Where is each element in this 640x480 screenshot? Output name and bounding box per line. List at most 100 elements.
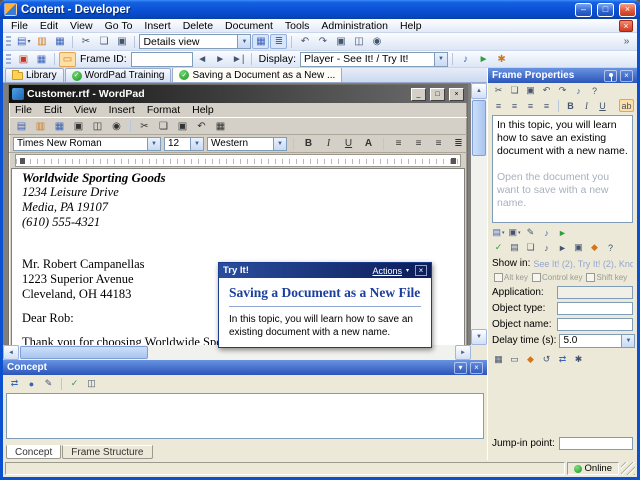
wordpad-paste-button[interactable]: ▣ <box>174 119 191 134</box>
effects-button[interactable]: ✱ <box>493 52 510 67</box>
control-key-checkbox[interactable] <box>532 273 542 282</box>
combo-arrow-icon[interactable]: ▼ <box>273 137 286 150</box>
tryit-popup-titlebar[interactable]: Try It! Actions ▾ × <box>219 263 431 278</box>
sound-button[interactable]: ♪ <box>571 84 586 97</box>
concept-editor-area[interactable] <box>6 393 484 439</box>
spell-check-button[interactable]: ✓ <box>491 241 506 254</box>
find-button[interactable]: ◉ <box>368 34 385 49</box>
wordpad-datetime-button[interactable]: ▦ <box>212 119 229 134</box>
script-combo[interactable]: Western ▼ <box>207 136 287 151</box>
frame-id-input[interactable] <box>130 51 193 67</box>
reset-button[interactable]: ↺ <box>539 353 554 366</box>
frame-properties-header[interactable]: Frame Properties × <box>488 68 637 83</box>
underline-button[interactable]: U <box>340 136 357 151</box>
font-size-combo[interactable]: 12 ▼ <box>164 136 204 151</box>
tryit-close-button[interactable]: × <box>415 265 427 276</box>
paste-button[interactable]: ▣ <box>113 34 130 49</box>
wordpad-save-button[interactable]: ▦ <box>51 119 68 134</box>
align-right-button[interactable]: ≡ <box>523 99 538 112</box>
effects-button[interactable]: ✱ <box>571 353 586 366</box>
wordpad-print-button[interactable]: ▣ <box>70 119 87 134</box>
display-mode-combo[interactable]: Player - See It! / Try It! ▼ <box>300 51 449 67</box>
alt-key-checkbox[interactable] <box>494 273 503 282</box>
web-content-button[interactable]: ● <box>24 377 39 390</box>
combo-arrow-icon[interactable]: ▼ <box>621 334 635 347</box>
preview-button[interactable]: ◫ <box>84 377 99 390</box>
close-button[interactable]: × <box>619 2 636 17</box>
preview-frame-button[interactable]: ► <box>555 241 570 254</box>
maximize-button[interactable]: □ <box>597 2 614 17</box>
font-color-button[interactable]: A <box>360 136 377 151</box>
redo-button[interactable]: ↷ <box>314 34 331 49</box>
font-name-combo[interactable]: Times New Roman ▼ <box>13 136 161 151</box>
print-frame-button[interactable]: ▣ <box>571 241 586 254</box>
align-left-button[interactable]: ≡ <box>390 136 407 151</box>
menu-document[interactable]: Document <box>219 20 279 32</box>
swap-button[interactable]: ⇄ <box>7 377 22 390</box>
delay-time-combo[interactable]: 5.0 ▼ <box>559 333 636 348</box>
toolbar-drag-handle[interactable] <box>6 36 11 47</box>
scroll-left-button[interactable]: ◄ <box>3 345 19 360</box>
menu-administration[interactable]: Administration <box>315 20 394 32</box>
tab-concept[interactable]: Concept <box>6 445 62 459</box>
object-name-field[interactable] <box>557 318 633 331</box>
wordpad-open-button[interactable]: ▥ <box>32 119 49 134</box>
audio-button[interactable]: ♪ <box>539 241 554 254</box>
save-button[interactable]: ▦ <box>51 34 68 49</box>
region-button[interactable]: ▭ <box>507 353 522 366</box>
toolbar-drag-handle[interactable] <box>6 53 11 65</box>
combo-arrow-icon[interactable]: ▼ <box>434 52 448 66</box>
insert-template-button[interactable]: ▤ ▾ <box>491 226 506 239</box>
wordpad-minimize-button[interactable]: _ <box>411 87 426 101</box>
combo-arrow-icon[interactable]: ▼ <box>237 35 251 48</box>
wordpad-menu-edit[interactable]: Edit <box>38 104 68 116</box>
pin-icon[interactable] <box>604 69 617 82</box>
document-close-button[interactable]: × <box>619 19 633 32</box>
preview-button[interactable]: ◫ <box>350 34 367 49</box>
swap-button[interactable]: ⇄ <box>555 353 570 366</box>
next-frame-button[interactable]: ► <box>212 52 229 67</box>
sound-button[interactable]: ♪ <box>457 52 474 67</box>
marker-button[interactable]: ◆ <box>587 241 602 254</box>
wordpad-undo-button[interactable]: ↶ <box>193 119 210 134</box>
bold-button[interactable]: B <box>563 99 578 112</box>
menu-tools[interactable]: Tools <box>279 20 316 32</box>
scroll-up-button[interactable]: ▲ <box>471 83 487 99</box>
play-sound-button[interactable]: ► <box>555 226 570 239</box>
menu-goto[interactable]: Go To <box>99 20 139 32</box>
list-view-button[interactable]: ≣ <box>270 34 288 49</box>
undo-button[interactable]: ↶ <box>296 34 313 49</box>
help-button[interactable]: ? <box>587 84 602 97</box>
wordpad-menu-view[interactable]: View <box>68 104 103 116</box>
tab-frame-structure[interactable]: Frame Structure <box>62 445 153 459</box>
record-sound-button[interactable]: ♪ <box>539 226 554 239</box>
actions-arrow-icon[interactable]: ▾ <box>406 267 409 274</box>
redo-button[interactable]: ↷ <box>555 84 570 97</box>
scroll-right-button[interactable]: ► <box>455 345 471 360</box>
wordpad-menu-help[interactable]: Help <box>186 104 220 116</box>
wordpad-maximize-button[interactable]: □ <box>430 87 445 101</box>
italic-button[interactable]: I <box>579 99 594 112</box>
copy-button[interactable]: ❏ <box>95 34 112 49</box>
menu-view[interactable]: View <box>64 20 99 32</box>
shift-key-checkbox[interactable] <box>586 273 596 282</box>
panel-close-button[interactable]: × <box>620 69 633 82</box>
horizontal-scroll-thumb[interactable] <box>20 346 148 359</box>
undo-button[interactable]: ↶ <box>539 84 554 97</box>
menu-edit[interactable]: Edit <box>34 20 64 32</box>
tab-saving-document[interactable]: ✓ Saving a Document as a New ... <box>172 67 343 82</box>
bullets-button[interactable]: ≣ <box>450 136 467 151</box>
print-button[interactable]: ▣ <box>332 34 349 49</box>
bubble-text-mode-button[interactable]: ab <box>619 99 634 112</box>
bold-button[interactable]: B <box>300 136 317 151</box>
tab-wordpad-training[interactable]: ✓ WordPad Training <box>64 68 172 82</box>
help-button[interactable]: ? <box>603 241 618 254</box>
concept-panel-header[interactable]: Concept ▾ × <box>3 360 487 375</box>
last-frame-button[interactable]: ►| <box>230 52 247 67</box>
spell-check-button[interactable]: ✓ <box>67 377 82 390</box>
wordpad-menu-file[interactable]: File <box>9 104 38 116</box>
combo-arrow-icon[interactable]: ▼ <box>190 137 203 150</box>
wordpad-ruler[interactable] <box>15 154 461 167</box>
menu-insert[interactable]: Insert <box>138 20 176 32</box>
wordpad-find-button[interactable]: ◉ <box>108 119 125 134</box>
